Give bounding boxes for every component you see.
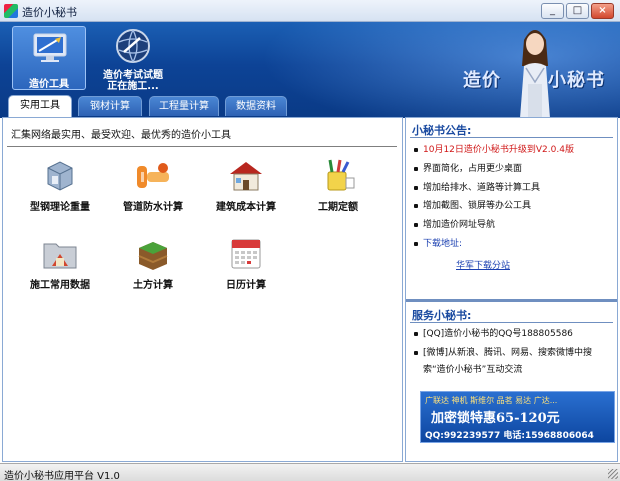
tab-steel-calc[interactable]: 钢材计算 <box>78 96 142 116</box>
tools-panel: 汇集网络最实用、最受欢迎、最优秀的造价小工具 型钢理论重量 管道防水计算 建筑成… <box>2 117 403 462</box>
tools-tagline: 汇集网络最实用、最受欢迎、最优秀的造价小工具 <box>11 130 231 141</box>
tool-building-cost[interactable]: 建筑成本计算 <box>201 158 291 218</box>
info-panel: 小秘书公告: 10月12日造价小秘书升级到V2.0.4版 界面简化，占用更少桌面… <box>405 117 618 462</box>
tool-earthwork-label: 土方计算 <box>133 280 173 291</box>
tool-construction-data[interactable]: 施工常用数据 <box>15 236 105 296</box>
tool-construction-data-label: 施工常用数据 <box>30 280 90 291</box>
minimize-button[interactable]: _ <box>541 3 564 19</box>
tool-schedule-quota-label: 工期定额 <box>318 202 358 213</box>
tool-exam-label-1: 造价考试试题 <box>103 70 163 81</box>
bullet-icon <box>414 331 418 336</box>
service-divider <box>410 322 613 323</box>
bullet-icon <box>414 166 418 171</box>
soil-icon <box>138 242 168 270</box>
download-link[interactable]: 华军下载分站 <box>456 258 510 271</box>
tool-price-tools-button[interactable]: 造价工具 <box>12 26 86 90</box>
tagline-divider <box>7 146 397 147</box>
tool-exam-button[interactable]: 造价考试试题 正在施工... <box>96 26 170 92</box>
tool-calendar-label: 日历计算 <box>226 280 266 291</box>
service-item: [微博]从新浪、腾讯、网易、搜索微博中搜 <box>414 347 614 359</box>
section-divider <box>406 299 617 302</box>
monitor-icon <box>33 33 67 62</box>
announcement-item: 增加给排水、道路等计算工具 <box>414 182 614 194</box>
advertisement-banner[interactable]: 广联达 神机 斯维尔 品茗 易达 广达... 加密锁特惠65-120元 QQ:9… <box>420 391 615 443</box>
bullet-icon <box>414 147 418 152</box>
tool-steel-weight[interactable]: 型钢理论重量 <box>15 158 105 218</box>
service-item-continued: 索“造价小秘书”互动交流 <box>423 365 523 375</box>
announcement-item: 增加截图、锁屏等办公工具 <box>414 200 614 212</box>
resize-grip-icon[interactable] <box>608 469 618 479</box>
window-title: 造价小秘书 <box>22 6 77 19</box>
status-text: 造价小秘书应用平台 V1.0 <box>4 471 120 481</box>
ad-line-2: 加密锁特惠65-120元 <box>431 411 560 426</box>
title-bar: 造价小秘书 _ □ × <box>0 0 620 22</box>
tool-exam-label-2: 正在施工... <box>107 81 159 92</box>
bullet-icon <box>414 241 418 246</box>
tool-building-cost-label: 建筑成本计算 <box>216 202 276 213</box>
service-title: 服务小秘书: <box>412 309 472 322</box>
tool-price-tools-label: 造价工具 <box>29 79 69 90</box>
steel-box-icon <box>47 161 73 191</box>
tab-quantity-calc[interactable]: 工程量计算 <box>149 96 219 116</box>
ad-line-3: QQ:992239577 电话:15968806064 <box>425 431 594 441</box>
announcement-item: 增加造价网址导航 <box>414 219 614 231</box>
status-bar: 造价小秘书应用平台 V1.0 <box>0 463 620 481</box>
bullet-icon <box>414 222 418 227</box>
bullet-icon <box>414 185 418 190</box>
globe-icon <box>116 29 150 63</box>
ad-line-1: 广联达 神机 斯维尔 品茗 易达 广达... <box>425 396 558 405</box>
tab-practical-tools[interactable]: 实用工具 <box>8 95 72 117</box>
maximize-button[interactable]: □ <box>566 3 589 19</box>
house-icon <box>230 162 262 191</box>
brand-text-left: 造价 <box>463 70 501 91</box>
tool-calendar[interactable]: 日历计算 <box>201 236 291 296</box>
tool-schedule-quota[interactable]: 工期定额 <box>293 158 383 218</box>
close-button[interactable]: × <box>591 3 614 19</box>
folder-icon <box>43 243 77 269</box>
announcement-item: 10月12日造价小秘书升级到V2.0.4版 <box>414 144 614 156</box>
announcement-title: 小秘书公告: <box>412 124 472 137</box>
download-label: 下载地址: <box>414 238 614 250</box>
tool-pipe-waterproof[interactable]: 管道防水计算 <box>108 158 198 218</box>
app-icon <box>4 4 18 18</box>
announcement-item: 界面简化，占用更少桌面 <box>414 163 614 175</box>
tab-data-reference[interactable]: 数据资料 <box>225 96 287 116</box>
pipe-icon <box>137 163 169 188</box>
pencil-cup-icon <box>327 159 355 191</box>
bullet-icon <box>414 203 418 208</box>
tool-earthwork[interactable]: 土方计算 <box>108 236 198 296</box>
announcement-divider <box>410 137 613 138</box>
tool-pipe-waterproof-label: 管道防水计算 <box>123 202 183 213</box>
brand-text-right: 小秘书 <box>548 70 605 91</box>
tool-steel-weight-label: 型钢理论重量 <box>30 202 90 213</box>
calendar-icon <box>231 239 261 269</box>
service-item: [QQ]造价小秘书的QQ号188805586 <box>414 328 614 340</box>
bullet-icon <box>414 350 418 355</box>
